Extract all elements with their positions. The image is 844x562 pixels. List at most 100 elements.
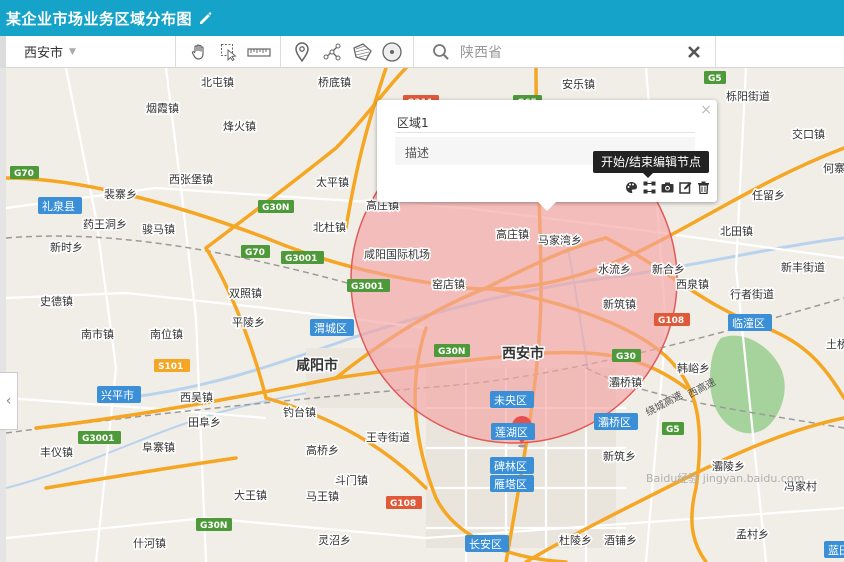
palette-icon[interactable] <box>625 179 638 193</box>
popup-pointer <box>538 202 556 211</box>
area-name[interactable]: 区域1 <box>397 114 429 131</box>
place-label: 田阜乡 <box>188 416 221 429</box>
highway-label: G5 <box>666 425 680 435</box>
title-bar: 某企业市场业务区域分布图 <box>0 0 844 36</box>
place-label: 灞桥区 <box>598 416 631 429</box>
select-icon[interactable] <box>214 37 244 67</box>
divider <box>395 132 695 133</box>
city-label: 咸阳市 <box>296 357 338 374</box>
place-label: 兴平市 <box>101 388 134 402</box>
place-label: 灞桥镇 <box>609 375 642 389</box>
city-selector[interactable]: 西安市 ▼ <box>6 36 176 67</box>
place-label: 酒铺乡 <box>604 534 637 547</box>
search-box[interactable]: 陕西省 <box>420 36 716 67</box>
highway-label: G70 <box>245 248 265 258</box>
search-input[interactable]: 陕西省 <box>460 42 502 62</box>
circle-icon[interactable] <box>377 37 407 67</box>
place-label: 灵沼乡 <box>318 533 351 547</box>
pencil-icon[interactable] <box>198 11 212 25</box>
place-label: 何寨 <box>823 161 844 175</box>
place-label: 韩峪乡 <box>677 361 710 375</box>
place-label: 史德镇 <box>40 294 73 308</box>
place-label: 西泉镇 <box>676 277 709 291</box>
chevron-down-icon: ▼ <box>69 46 76 57</box>
clear-icon[interactable] <box>687 45 701 59</box>
place-label: 丰仪镇 <box>40 445 73 459</box>
place-label: 钓台镇 <box>283 405 316 419</box>
place-label: 马王镇 <box>306 489 339 503</box>
place-label: 礼泉县 <box>42 199 75 213</box>
city-label: 西安市 <box>502 345 544 362</box>
city-label: 西安市 <box>24 46 64 61</box>
highway-label: G5 <box>708 74 722 84</box>
place-label: 南位镇 <box>150 327 183 341</box>
place-label: 北屯镇 <box>201 75 234 89</box>
marker-icon[interactable] <box>287 37 317 67</box>
place-label: 杜陵乡 <box>559 533 592 547</box>
place-label: 平陵乡 <box>232 316 265 329</box>
place-label: 烽火镇 <box>223 119 256 133</box>
place-label: 南市镇 <box>81 327 114 341</box>
close-icon[interactable]: × <box>700 102 712 118</box>
left-panel-edge <box>0 68 6 562</box>
edit-icon[interactable] <box>679 179 692 194</box>
place-label: 斗门镇 <box>335 473 368 487</box>
place-label: 新筑乡 <box>603 449 636 463</box>
place-label: 马家湾乡 <box>538 233 582 247</box>
place-label: 阜寨镇 <box>142 440 175 454</box>
place-label: 烟霞镇 <box>146 101 179 115</box>
place-label: 窑店镇 <box>432 277 465 291</box>
place-label: 裴寨乡 <box>104 187 137 201</box>
camera-icon[interactable] <box>661 179 674 193</box>
pan-icon[interactable] <box>184 37 214 67</box>
chevron-left-icon: ‹ <box>5 393 12 409</box>
place-label: 未央区 <box>494 394 527 407</box>
place-label: 交口镇 <box>792 127 825 141</box>
edit-nodes-icon[interactable] <box>643 179 656 194</box>
place-label: 双照镇 <box>229 286 262 300</box>
place-label: 水流乡 <box>598 262 631 276</box>
highway-label: G108 <box>658 316 684 326</box>
highway-label: G70 <box>14 169 34 179</box>
highway-label: G3001 <box>82 434 114 444</box>
place-label: 孟村乡 <box>736 527 769 541</box>
place-label: 土桥 <box>826 338 844 351</box>
place-label: 渭城区 <box>314 322 347 335</box>
place-label: 行者街道 <box>730 287 774 301</box>
collapse-panel-button[interactable]: ‹ <box>0 372 18 430</box>
place-label: 新合乡 <box>652 262 685 276</box>
place-label: 太平镇 <box>316 175 349 189</box>
place-label: 高庄镇 <box>496 227 529 241</box>
place-label: 桥底镇 <box>318 75 351 89</box>
place-label: 长安区 <box>469 537 502 551</box>
polygon-icon[interactable] <box>347 37 377 67</box>
polyline-icon[interactable] <box>317 37 347 67</box>
page-title: 某企业市场业务区域分布图 <box>6 9 193 28</box>
highway-label: G30 <box>616 352 636 362</box>
place-label: 新丰街道 <box>781 260 825 274</box>
place-label: 西张堡镇 <box>169 172 213 186</box>
road-name-label: 绕城高速 <box>643 388 684 418</box>
place-label: 临潼区 <box>732 316 765 330</box>
search-icon[interactable] <box>432 43 450 61</box>
place-label: 药王洞乡 <box>83 218 127 231</box>
place-label: 北田镇 <box>720 224 753 238</box>
place-label: 雁塔区 <box>494 478 527 491</box>
highway-label: G30N <box>438 347 465 357</box>
trash-icon[interactable] <box>697 179 710 195</box>
popup-toolbar <box>625 179 710 195</box>
place-label: 王寺街道 <box>366 430 410 444</box>
highway-label: G30N <box>200 521 227 531</box>
highway-label: G30N <box>262 203 289 213</box>
place-label: 高桥乡 <box>306 443 339 457</box>
highway-label: G108 <box>390 499 416 509</box>
watermark: Baidu经验 jingyan.baidu.com <box>646 472 805 485</box>
highway-label: G3001 <box>285 254 317 264</box>
tooltip: 开始/结束编辑节点 <box>593 151 710 178</box>
ruler-icon[interactable] <box>244 37 274 67</box>
place-label: 碑林区 <box>494 459 527 473</box>
toolbar: 西安市 ▼ 陕西省 <box>0 36 844 68</box>
place-label: 什河镇 <box>133 536 166 550</box>
place-label: 西吴镇 <box>180 390 213 404</box>
place-label: 安乐镇 <box>562 77 595 91</box>
